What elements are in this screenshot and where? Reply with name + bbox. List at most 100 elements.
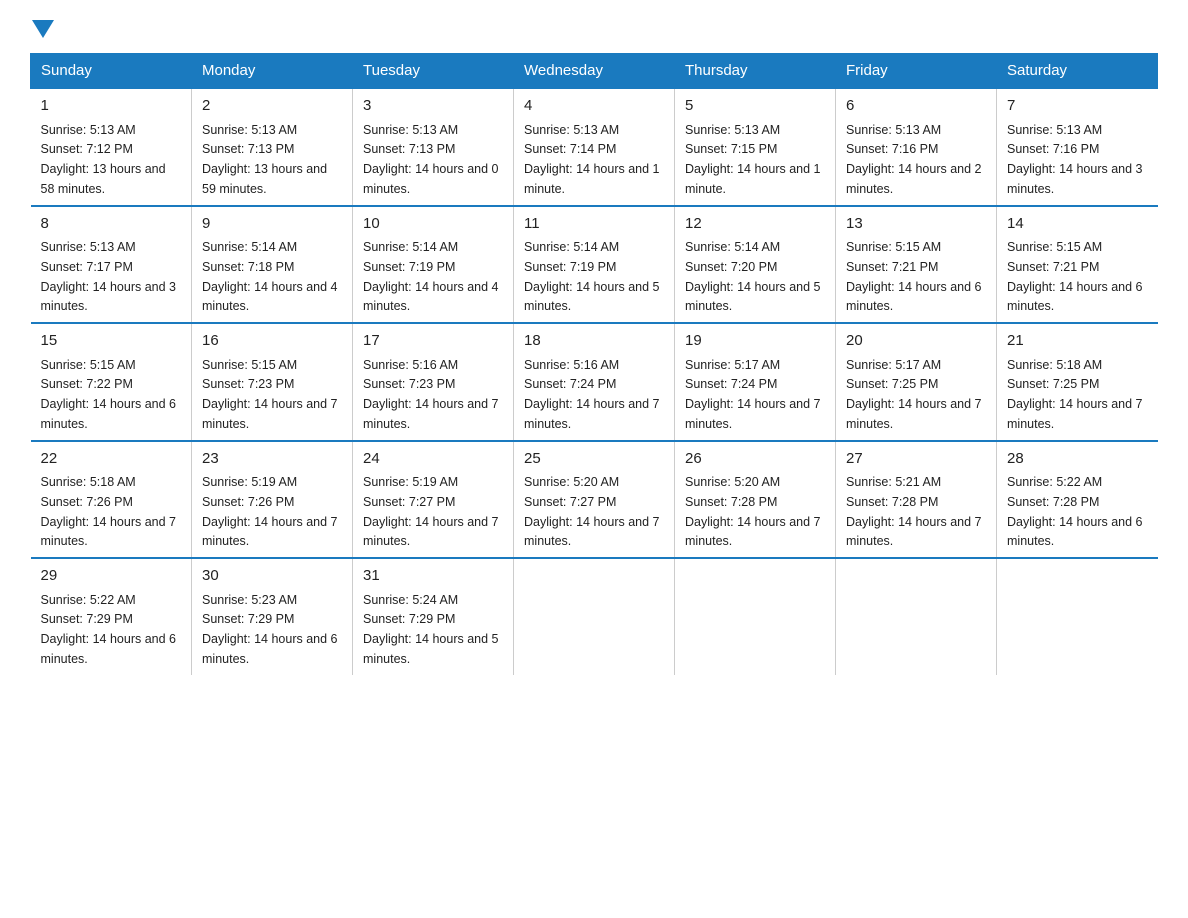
header-friday: Friday	[836, 54, 997, 89]
day-number: 8	[41, 213, 182, 236]
day-number: 15	[41, 330, 182, 353]
calendar-cell: 21 Sunrise: 5:18 AMSunset: 7:25 PMDaylig…	[997, 323, 1158, 441]
day-info: Sunrise: 5:15 AMSunset: 7:22 PMDaylight:…	[41, 358, 177, 431]
calendar-cell: 10 Sunrise: 5:14 AMSunset: 7:19 PMDaylig…	[353, 206, 514, 324]
day-info: Sunrise: 5:22 AMSunset: 7:28 PMDaylight:…	[1007, 475, 1143, 548]
day-info: Sunrise: 5:17 AMSunset: 7:24 PMDaylight:…	[685, 358, 821, 431]
day-info: Sunrise: 5:22 AMSunset: 7:29 PMDaylight:…	[41, 593, 177, 666]
calendar-cell: 29 Sunrise: 5:22 AMSunset: 7:29 PMDaylig…	[31, 558, 192, 675]
calendar-week-row: 22 Sunrise: 5:18 AMSunset: 7:26 PMDaylig…	[31, 441, 1158, 559]
logo-triangle-icon	[32, 20, 54, 38]
calendar-cell: 4 Sunrise: 5:13 AMSunset: 7:14 PMDayligh…	[514, 88, 675, 206]
calendar-cell: 27 Sunrise: 5:21 AMSunset: 7:28 PMDaylig…	[836, 441, 997, 559]
calendar-cell: 5 Sunrise: 5:13 AMSunset: 7:15 PMDayligh…	[675, 88, 836, 206]
day-number: 13	[846, 213, 986, 236]
day-info: Sunrise: 5:20 AMSunset: 7:27 PMDaylight:…	[524, 475, 660, 548]
calendar-cell: 30 Sunrise: 5:23 AMSunset: 7:29 PMDaylig…	[192, 558, 353, 675]
calendar-cell: 17 Sunrise: 5:16 AMSunset: 7:23 PMDaylig…	[353, 323, 514, 441]
day-info: Sunrise: 5:14 AMSunset: 7:18 PMDaylight:…	[202, 240, 338, 313]
day-number: 11	[524, 213, 664, 236]
day-info: Sunrise: 5:19 AMSunset: 7:27 PMDaylight:…	[363, 475, 499, 548]
calendar-cell: 9 Sunrise: 5:14 AMSunset: 7:18 PMDayligh…	[192, 206, 353, 324]
calendar-table: SundayMondayTuesdayWednesdayThursdayFrid…	[30, 53, 1158, 675]
day-info: Sunrise: 5:13 AMSunset: 7:15 PMDaylight:…	[685, 123, 821, 196]
day-number: 4	[524, 95, 664, 118]
calendar-cell: 18 Sunrise: 5:16 AMSunset: 7:24 PMDaylig…	[514, 323, 675, 441]
day-info: Sunrise: 5:13 AMSunset: 7:13 PMDaylight:…	[363, 123, 499, 196]
day-info: Sunrise: 5:18 AMSunset: 7:25 PMDaylight:…	[1007, 358, 1143, 431]
day-number: 14	[1007, 213, 1148, 236]
logo	[30, 20, 54, 43]
day-number: 26	[685, 448, 825, 471]
calendar-cell: 23 Sunrise: 5:19 AMSunset: 7:26 PMDaylig…	[192, 441, 353, 559]
day-info: Sunrise: 5:14 AMSunset: 7:19 PMDaylight:…	[524, 240, 660, 313]
day-info: Sunrise: 5:24 AMSunset: 7:29 PMDaylight:…	[363, 593, 499, 666]
day-info: Sunrise: 5:14 AMSunset: 7:20 PMDaylight:…	[685, 240, 821, 313]
calendar-cell	[997, 558, 1158, 675]
day-number: 17	[363, 330, 503, 353]
day-number: 30	[202, 565, 342, 588]
calendar-cell: 25 Sunrise: 5:20 AMSunset: 7:27 PMDaylig…	[514, 441, 675, 559]
day-info: Sunrise: 5:15 AMSunset: 7:23 PMDaylight:…	[202, 358, 338, 431]
day-info: Sunrise: 5:13 AMSunset: 7:12 PMDaylight:…	[41, 123, 166, 196]
day-info: Sunrise: 5:13 AMSunset: 7:14 PMDaylight:…	[524, 123, 660, 196]
calendar-cell	[836, 558, 997, 675]
header-thursday: Thursday	[675, 54, 836, 89]
calendar-cell	[675, 558, 836, 675]
day-info: Sunrise: 5:19 AMSunset: 7:26 PMDaylight:…	[202, 475, 338, 548]
calendar-cell: 3 Sunrise: 5:13 AMSunset: 7:13 PMDayligh…	[353, 88, 514, 206]
day-number: 5	[685, 95, 825, 118]
calendar-cell: 6 Sunrise: 5:13 AMSunset: 7:16 PMDayligh…	[836, 88, 997, 206]
calendar-cell: 12 Sunrise: 5:14 AMSunset: 7:20 PMDaylig…	[675, 206, 836, 324]
day-number: 3	[363, 95, 503, 118]
calendar-cell: 2 Sunrise: 5:13 AMSunset: 7:13 PMDayligh…	[192, 88, 353, 206]
day-info: Sunrise: 5:13 AMSunset: 7:13 PMDaylight:…	[202, 123, 327, 196]
day-info: Sunrise: 5:15 AMSunset: 7:21 PMDaylight:…	[1007, 240, 1143, 313]
day-info: Sunrise: 5:18 AMSunset: 7:26 PMDaylight:…	[41, 475, 177, 548]
calendar-cell: 15 Sunrise: 5:15 AMSunset: 7:22 PMDaylig…	[31, 323, 192, 441]
day-info: Sunrise: 5:23 AMSunset: 7:29 PMDaylight:…	[202, 593, 338, 666]
calendar-week-row: 29 Sunrise: 5:22 AMSunset: 7:29 PMDaylig…	[31, 558, 1158, 675]
day-info: Sunrise: 5:13 AMSunset: 7:17 PMDaylight:…	[41, 240, 177, 313]
calendar-cell: 31 Sunrise: 5:24 AMSunset: 7:29 PMDaylig…	[353, 558, 514, 675]
day-number: 6	[846, 95, 986, 118]
calendar-header-row: SundayMondayTuesdayWednesdayThursdayFrid…	[31, 54, 1158, 89]
day-info: Sunrise: 5:17 AMSunset: 7:25 PMDaylight:…	[846, 358, 982, 431]
day-number: 28	[1007, 448, 1148, 471]
calendar-cell: 28 Sunrise: 5:22 AMSunset: 7:28 PMDaylig…	[997, 441, 1158, 559]
day-number: 7	[1007, 95, 1148, 118]
day-number: 25	[524, 448, 664, 471]
day-number: 31	[363, 565, 503, 588]
day-number: 2	[202, 95, 342, 118]
day-number: 21	[1007, 330, 1148, 353]
day-number: 12	[685, 213, 825, 236]
calendar-week-row: 1 Sunrise: 5:13 AMSunset: 7:12 PMDayligh…	[31, 88, 1158, 206]
day-number: 19	[685, 330, 825, 353]
day-info: Sunrise: 5:20 AMSunset: 7:28 PMDaylight:…	[685, 475, 821, 548]
day-number: 18	[524, 330, 664, 353]
header-monday: Monday	[192, 54, 353, 89]
calendar-cell: 7 Sunrise: 5:13 AMSunset: 7:16 PMDayligh…	[997, 88, 1158, 206]
day-info: Sunrise: 5:15 AMSunset: 7:21 PMDaylight:…	[846, 240, 982, 313]
day-info: Sunrise: 5:13 AMSunset: 7:16 PMDaylight:…	[1007, 123, 1143, 196]
calendar-cell: 16 Sunrise: 5:15 AMSunset: 7:23 PMDaylig…	[192, 323, 353, 441]
header-sunday: Sunday	[31, 54, 192, 89]
calendar-cell: 1 Sunrise: 5:13 AMSunset: 7:12 PMDayligh…	[31, 88, 192, 206]
calendar-cell: 14 Sunrise: 5:15 AMSunset: 7:21 PMDaylig…	[997, 206, 1158, 324]
day-number: 20	[846, 330, 986, 353]
day-number: 22	[41, 448, 182, 471]
calendar-cell: 8 Sunrise: 5:13 AMSunset: 7:17 PMDayligh…	[31, 206, 192, 324]
day-number: 10	[363, 213, 503, 236]
calendar-cell	[514, 558, 675, 675]
day-number: 24	[363, 448, 503, 471]
day-number: 29	[41, 565, 182, 588]
day-info: Sunrise: 5:21 AMSunset: 7:28 PMDaylight:…	[846, 475, 982, 548]
day-info: Sunrise: 5:13 AMSunset: 7:16 PMDaylight:…	[846, 123, 982, 196]
page-header	[30, 20, 1158, 43]
day-number: 1	[41, 95, 182, 118]
calendar-cell: 24 Sunrise: 5:19 AMSunset: 7:27 PMDaylig…	[353, 441, 514, 559]
calendar-cell: 19 Sunrise: 5:17 AMSunset: 7:24 PMDaylig…	[675, 323, 836, 441]
calendar-cell: 22 Sunrise: 5:18 AMSunset: 7:26 PMDaylig…	[31, 441, 192, 559]
header-saturday: Saturday	[997, 54, 1158, 89]
calendar-week-row: 15 Sunrise: 5:15 AMSunset: 7:22 PMDaylig…	[31, 323, 1158, 441]
